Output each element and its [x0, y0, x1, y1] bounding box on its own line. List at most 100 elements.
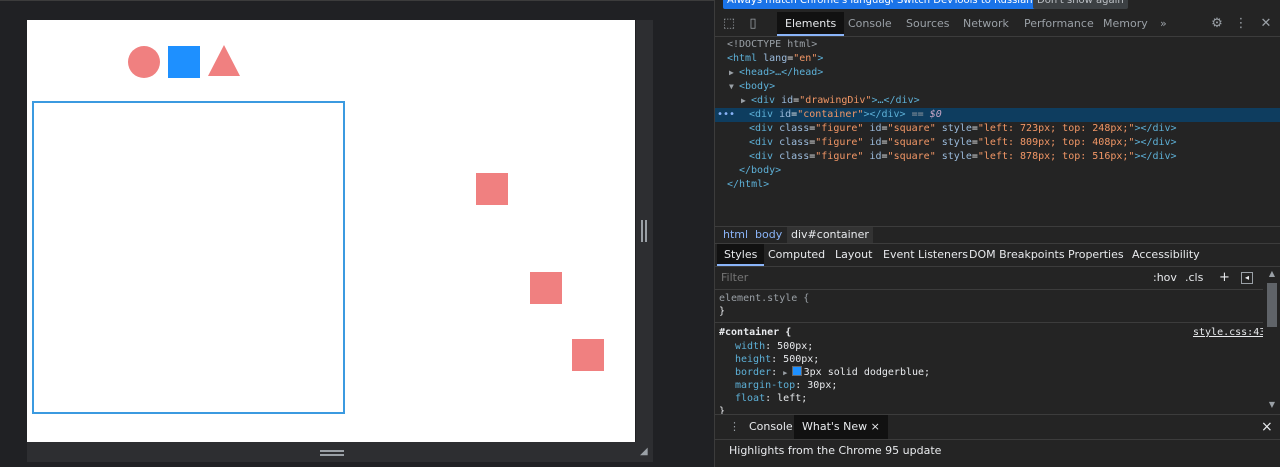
dom-html-close[interactable]: </html>: [715, 178, 1280, 192]
tab-styles[interactable]: Styles: [717, 244, 765, 266]
prop-name[interactable]: width: [735, 341, 765, 352]
expand-triangle-icon[interactable]: ▶: [783, 369, 791, 377]
prop-value[interactable]: 30px;: [807, 380, 837, 391]
color-swatch[interactable]: [791, 366, 802, 376]
tab-elements[interactable]: Elements: [777, 12, 845, 36]
dom-doctype[interactable]: <!DOCTYPE html>: [715, 38, 1280, 52]
add-rule-icon[interactable]: +: [1219, 270, 1230, 286]
close-tab-icon[interactable]: ×: [871, 420, 880, 433]
figure-square[interactable]: [572, 339, 604, 371]
tag-end: ></div>: [863, 109, 906, 120]
drawer-tab-whats-new[interactable]: What's New ×: [794, 415, 888, 439]
triangle-tool[interactable]: [208, 45, 240, 76]
devtools-tabbar: ⬚ ▯ Elements Console Sources Network Per…: [715, 12, 1280, 37]
prop-name[interactable]: border: [735, 367, 771, 378]
inspect-icon[interactable]: ⬚: [721, 16, 737, 32]
match-language-button[interactable]: Always match Chrome's language: [723, 0, 901, 9]
drawer-tab-console[interactable]: Console: [741, 415, 801, 439]
dom-container-div[interactable]: ••• <div id="container"></div> == $0: [715, 108, 1280, 122]
prop-value[interactable]: 500px;: [777, 341, 813, 352]
attr-value: "left: 878px; top: 516px;": [977, 151, 1135, 162]
gear-icon[interactable]: ⚙: [1209, 16, 1225, 32]
attr-name: id: [869, 123, 882, 134]
dom-tree: <!DOCTYPE html> <html lang="en"> ▶ <head>…: [715, 38, 1280, 226]
expand-triangle-icon[interactable]: ▶: [715, 94, 751, 108]
tag-end: ></div>: [1134, 137, 1177, 148]
close-icon[interactable]: ✕: [1258, 16, 1274, 32]
corner-resize-icon[interactable]: ◢: [640, 447, 650, 457]
dom-body-close[interactable]: </body>: [715, 164, 1280, 178]
prop-value[interactable]: 3px solid dodgerblue;: [804, 367, 930, 378]
figure-square[interactable]: [530, 272, 562, 304]
selected-var: $0: [929, 109, 942, 120]
dom-figure-1[interactable]: <div class="figure" id="square" style="l…: [715, 122, 1280, 136]
breadcrumb-body[interactable]: body: [751, 227, 786, 243]
tab-network[interactable]: Network: [955, 12, 1017, 36]
tab-dom-breakpoints[interactable]: DOM Breakpoints: [962, 244, 1072, 266]
attr-value: "square": [887, 137, 936, 148]
dom-html-open[interactable]: <html lang="en">: [715, 52, 1280, 66]
scroll-up-icon[interactable]: ▲: [1267, 269, 1277, 279]
chevrons-icon[interactable]: »: [1152, 12, 1175, 36]
attr-name: id: [869, 137, 882, 148]
attr-value: "container": [797, 109, 864, 120]
tab-console[interactable]: Console: [840, 12, 900, 36]
close-drawer-icon[interactable]: ×: [1253, 415, 1280, 439]
filter-input[interactable]: [721, 271, 1141, 285]
resize-handle-icon[interactable]: [641, 220, 647, 242]
tab-properties[interactable]: Properties: [1061, 244, 1131, 266]
figure-square[interactable]: [476, 173, 508, 205]
scroll-down-icon[interactable]: ▼: [1267, 400, 1277, 410]
attr-name: class: [779, 137, 810, 148]
tab-event-listeners[interactable]: Event Listeners: [876, 244, 975, 266]
tab-performance[interactable]: Performance: [1016, 12, 1102, 36]
source-link[interactable]: style.css:43: [1193, 327, 1263, 338]
tab-accessibility[interactable]: Accessibility: [1125, 244, 1207, 266]
rule-close: }: [719, 306, 726, 317]
expand-triangle-icon[interactable]: ▶: [715, 66, 739, 80]
prop-value[interactable]: left;: [777, 393, 807, 404]
prop-value[interactable]: 500px;: [783, 354, 819, 365]
sidebar-toggle-icon[interactable]: ◂: [1241, 272, 1253, 284]
breadcrumb-container[interactable]: div#container: [787, 227, 873, 243]
more-dots-icon[interactable]: •••: [717, 108, 735, 122]
prop-name[interactable]: margin-top: [735, 380, 795, 391]
tab-layout[interactable]: Layout: [828, 244, 879, 266]
prop-name[interactable]: float: [735, 393, 765, 404]
equals-text: ==: [905, 109, 930, 120]
dom-body-open[interactable]: ▼ <body>: [715, 80, 1280, 94]
switch-russian-button[interactable]: Switch DevTools to Russian: [893, 0, 1037, 9]
cls-toggle[interactable]: .cls: [1185, 270, 1203, 286]
tab-memory[interactable]: Memory: [1095, 12, 1156, 36]
hov-toggle[interactable]: :hov: [1153, 270, 1177, 286]
collapse-triangle-icon[interactable]: ▼: [715, 80, 739, 94]
styles-scrollbar[interactable]: ▲ ▼: [1263, 267, 1279, 413]
tag-end: >: [817, 53, 824, 64]
breadcrumb-html[interactable]: html: [719, 227, 752, 243]
styles-pane: element.style { } #container { style.css…: [715, 290, 1263, 414]
device-toggle-icon[interactable]: ▯: [745, 16, 761, 32]
dont-show-button[interactable]: Don't show again: [1033, 0, 1128, 9]
tab-computed[interactable]: Computed: [761, 244, 832, 266]
breadcrumb: html body div#container: [715, 226, 1280, 244]
tab-sources[interactable]: Sources: [898, 12, 958, 36]
scroll-thumb[interactable]: [1267, 283, 1277, 327]
language-infobar: Always match Chrome's language Switch De…: [715, 0, 1280, 10]
circle-tool[interactable]: [128, 46, 160, 78]
drawing-container[interactable]: [32, 101, 345, 414]
attr-name: id: [869, 151, 882, 162]
tag-text: <div: [749, 109, 774, 120]
dom-figure-2[interactable]: <div class="figure" id="square" style="l…: [715, 136, 1280, 150]
prop-name[interactable]: height: [735, 354, 771, 365]
kebab-icon[interactable]: ⋮: [1233, 16, 1249, 32]
rule-selector[interactable]: #container {: [719, 327, 791, 338]
devtools-panel: Always match Chrome's language Switch De…: [714, 0, 1280, 467]
attr-value: "square": [887, 123, 936, 134]
resize-handle-icon[interactable]: [320, 450, 344, 456]
tag-text: <html: [727, 53, 758, 64]
dom-figure-3[interactable]: <div class="figure" id="square" style="l…: [715, 150, 1280, 164]
attr-name: class: [779, 151, 810, 162]
dom-drawing-div[interactable]: ▶ <div id="drawingDiv">…</div>: [715, 94, 1280, 108]
dom-head[interactable]: ▶ <head>…</head>: [715, 66, 1280, 80]
square-tool[interactable]: [168, 46, 200, 78]
